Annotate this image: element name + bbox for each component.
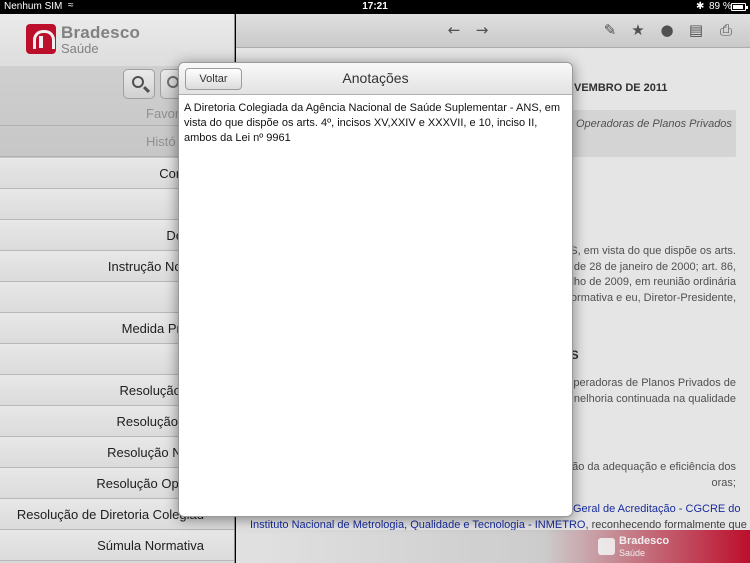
battery-icon <box>731 3 748 11</box>
bluetooth-icon: ✱ <box>696 1 705 12</box>
annotations-modal: Anotações Voltar A Diretoria Colegiada d… <box>178 62 573 517</box>
back-button[interactable]: Voltar <box>185 68 242 90</box>
annotation-text[interactable]: A Diretoria Colegiada da Agência Naciona… <box>184 101 569 146</box>
status-bar: Nenhum SIM ≈ 17:21 ✱ 89 % <box>0 0 750 14</box>
battery-percent: 89 % <box>709 1 732 12</box>
clock: 17:21 <box>362 1 388 12</box>
modal-header: Anotações Voltar <box>179 63 572 95</box>
